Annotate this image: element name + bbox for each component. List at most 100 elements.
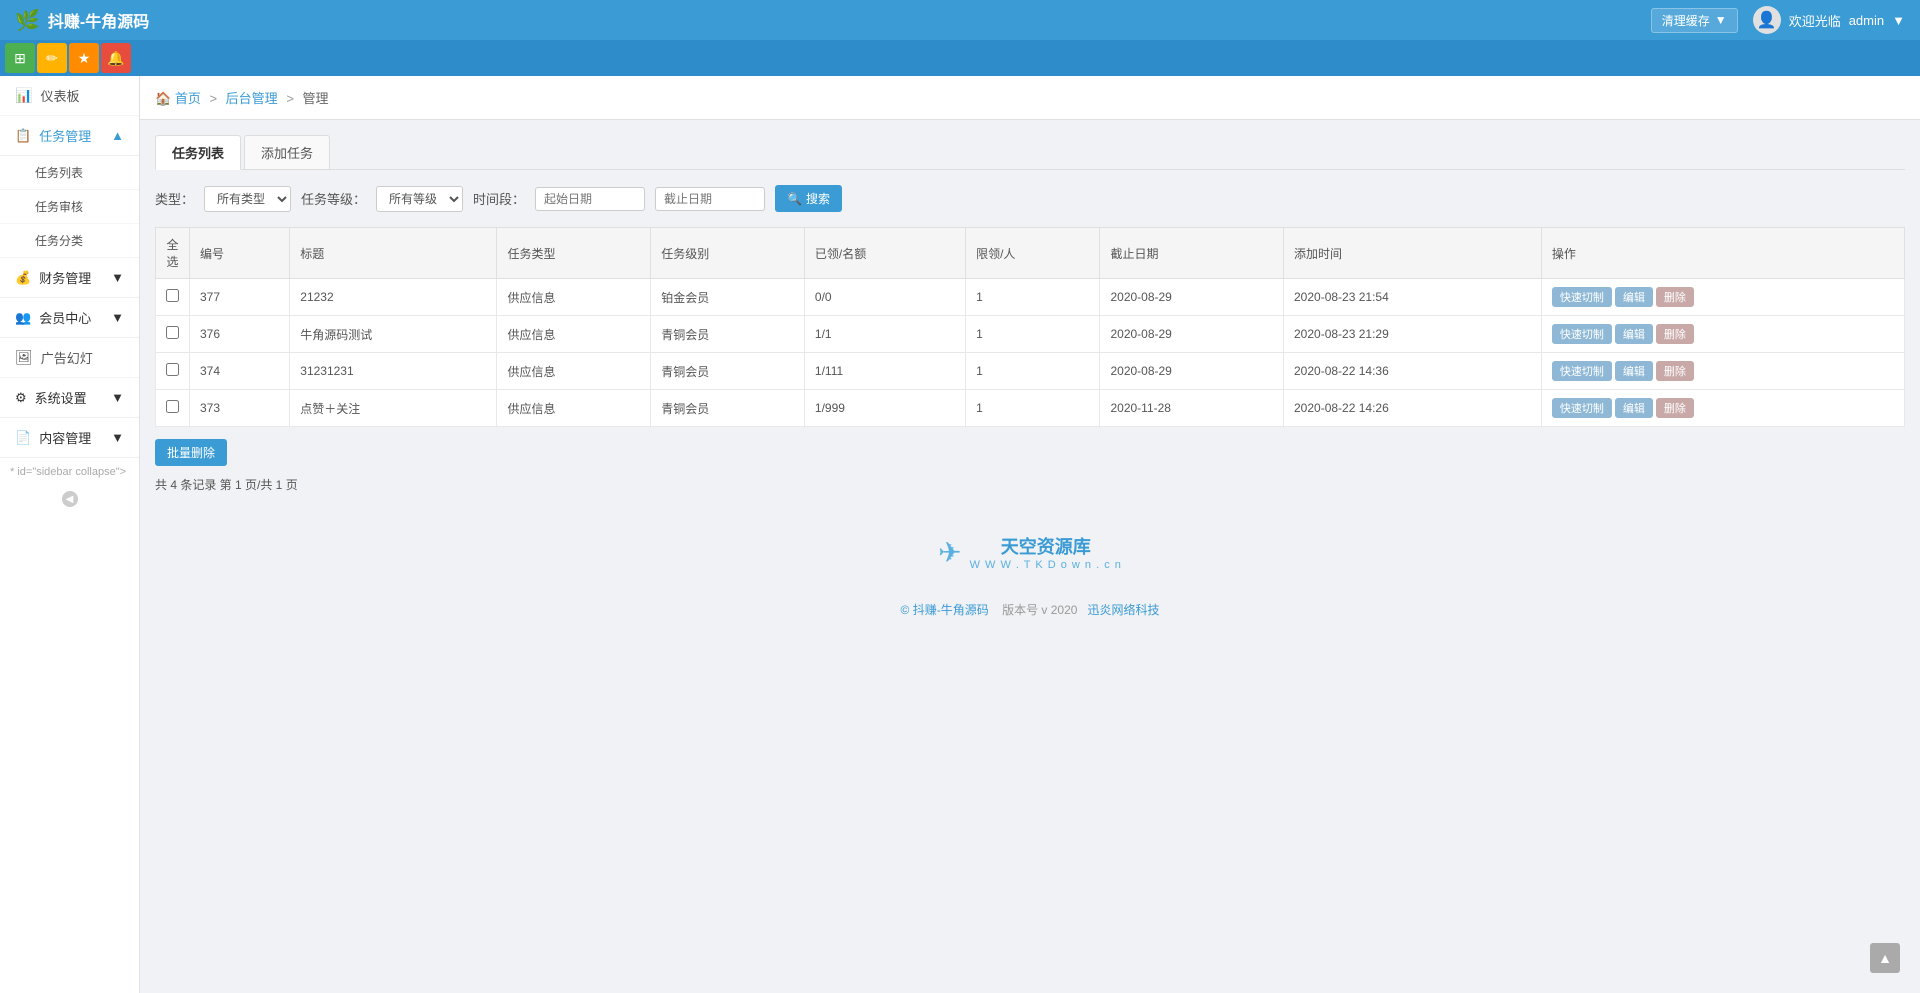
leaf-icon: 🌿 [15,8,40,33]
row-checkbox[interactable] [166,363,179,376]
footer-copyright[interactable]: © 抖赚-牛角源码 [901,603,989,617]
finance-label: 财务管理 [39,268,91,287]
pagination-bar: 共 4 条记录 第 1 页/共 1 页 [155,476,1905,493]
batch-delete-button[interactable]: 批量删除 [155,439,227,466]
tab-add-task[interactable]: 添加任务 [244,135,330,169]
content-label: 内容管理 [39,428,91,447]
sidebar-collapse-arrow[interactable]: ◀ [62,491,78,507]
edit-btn[interactable]: 编辑 [1615,398,1653,418]
row-taken-quota: 0/0 [804,279,965,316]
row-level: 青铜会员 [651,390,805,427]
edit-btn[interactable]: 编辑 [1615,361,1653,381]
watermark-site: W W W . T K D o w n . c n [970,559,1122,571]
edit-icon-btn[interactable]: ✏ [37,43,67,73]
tab-task-list[interactable]: 任务列表 [155,135,241,170]
th-action: 操作 [1541,228,1904,279]
page-footer: © 抖赚-牛角源码 版本号 v 2020 迅炎网络科技 [155,591,1905,628]
th-title: 标题 [290,228,497,279]
task-chevron-icon: ▲ [111,128,124,143]
sidebar-item-ad[interactable]: 🖼 广告幻灯 [0,338,139,378]
row-limit: 1 [966,316,1100,353]
sidebar-group-finance[interactable]: 💰 财务管理 ▼ [0,258,139,298]
user-info[interactable]: 👤 欢迎光临 admin ▼ [1753,6,1905,34]
row-type: 供应信息 [497,390,651,427]
row-limit: 1 [966,390,1100,427]
finance-icon: 💰 [15,270,31,286]
row-addtime: 2020-08-22 14:26 [1284,390,1542,427]
sidebar-item-dashboard[interactable]: 📊 仪表板 [0,76,139,116]
logo-text: 抖赚-牛角源码 [48,8,149,32]
quick-btn[interactable]: 快速切制 [1552,361,1612,381]
cache-label: 清理缓存 [1662,12,1710,29]
end-date-input[interactable] [655,187,765,211]
home-icon-btn[interactable]: ⊞ [5,43,35,73]
row-checkbox[interactable] [166,400,179,413]
search-icon: 🔍 [787,192,802,206]
sidebar-group-task-mgmt[interactable]: 📋 任务管理 ▲ [0,116,139,156]
breadcrumb-home[interactable]: 首页 [175,91,201,106]
sidebar-group-settings[interactable]: ⚙ 系统设置 ▼ [0,378,139,418]
row-title: 牛角源码测试 [290,316,497,353]
row-checkbox[interactable] [166,289,179,302]
breadcrumb-backend[interactable]: 后台管理 [226,91,278,106]
content-area: 🏠 首页 > 后台管理 > 管理 任务列表 添加任务 类型： 所有类型 [140,76,1920,993]
delete-btn[interactable]: 删除 [1656,287,1694,307]
sidebar-item-task-category[interactable]: 任务分类 [0,224,139,258]
level-label: 任务等级： [301,189,366,208]
row-deadline: 2020-08-29 [1100,279,1284,316]
row-checkbox-cell [156,316,190,353]
finance-chevron-icon: ▼ [111,270,124,285]
task-review-label: 任务审核 [35,200,83,214]
start-date-input[interactable] [535,187,645,211]
type-select[interactable]: 所有类型 [204,186,291,212]
row-id: 376 [190,316,290,353]
task-category-label: 任务分类 [35,234,83,248]
row-checkbox[interactable] [166,326,179,339]
time-label: 时间段： [473,189,525,208]
sidebar-item-task-review[interactable]: 任务审核 [0,190,139,224]
row-taken-quota: 1/111 [804,353,965,390]
row-actions: 快速切制 编辑 删除 [1541,353,1904,390]
row-actions: 快速切制 编辑 删除 [1541,279,1904,316]
table-row: 374 31231231 供应信息 青铜会员 1/111 1 2020-08-2… [156,353,1905,390]
delete-btn[interactable]: 删除 [1656,398,1694,418]
sidebar: 📊 仪表板 📋 任务管理 ▲ 任务列表 任务审核 任务分类 💰 财务管理 ▼ [0,76,140,993]
quick-btn[interactable]: 快速切制 [1552,324,1612,344]
row-limit: 1 [966,353,1100,390]
sidebar-group-member[interactable]: 👥 会员中心 ▼ [0,298,139,338]
edit-btn[interactable]: 编辑 [1615,324,1653,344]
delete-btn[interactable]: 删除 [1656,361,1694,381]
member-chevron-icon: ▼ [111,310,124,325]
sidebar-group-content[interactable]: 📄 内容管理 ▼ [0,418,139,458]
row-title: 21232 [290,279,497,316]
delete-btn[interactable]: 删除 [1656,324,1694,344]
row-deadline: 2020-08-29 [1100,353,1284,390]
bell-icon-btn[interactable]: 🔔 [101,43,131,73]
row-level: 铂金会员 [651,279,805,316]
row-limit: 1 [966,279,1100,316]
row-checkbox-cell [156,279,190,316]
row-addtime: 2020-08-23 21:29 [1284,316,1542,353]
quick-btn[interactable]: 快速切制 [1552,398,1612,418]
pagination-info: 共 4 条记录 第 1 页/共 1 页 [155,478,298,492]
sidebar-dashboard-label: 仪表板 [40,86,79,105]
table-header-row: 全选 编号 标题 任务类型 任务级别 已领/名额 限领/人 截止日期 添加时间 … [156,228,1905,279]
th-limit: 限领/人 [966,228,1100,279]
scroll-top-button[interactable]: ▲ [1870,943,1900,973]
row-checkbox-cell [156,390,190,427]
edit-btn[interactable]: 编辑 [1615,287,1653,307]
footer-company[interactable]: 迅炎网络科技 [1087,603,1159,617]
sidebar-item-task-list[interactable]: 任务列表 [0,156,139,190]
settings-label: 系统设置 [35,388,87,407]
cache-button[interactable]: 清理缓存 ▼ [1651,8,1738,33]
th-taken: 已领/名额 [804,228,965,279]
quick-btn[interactable]: 快速切制 [1552,287,1612,307]
row-taken-quota: 1/999 [804,390,965,427]
star-icon-btn[interactable]: ★ [69,43,99,73]
th-id: 编号 [190,228,290,279]
th-deadline: 截止日期 [1100,228,1284,279]
home-icon-bc: 🏠 [155,91,171,106]
level-select[interactable]: 所有等级 [376,186,463,212]
search-button[interactable]: 🔍 搜索 [775,185,842,212]
table-row: 377 21232 供应信息 铂金会员 0/0 1 2020-08-29 202… [156,279,1905,316]
